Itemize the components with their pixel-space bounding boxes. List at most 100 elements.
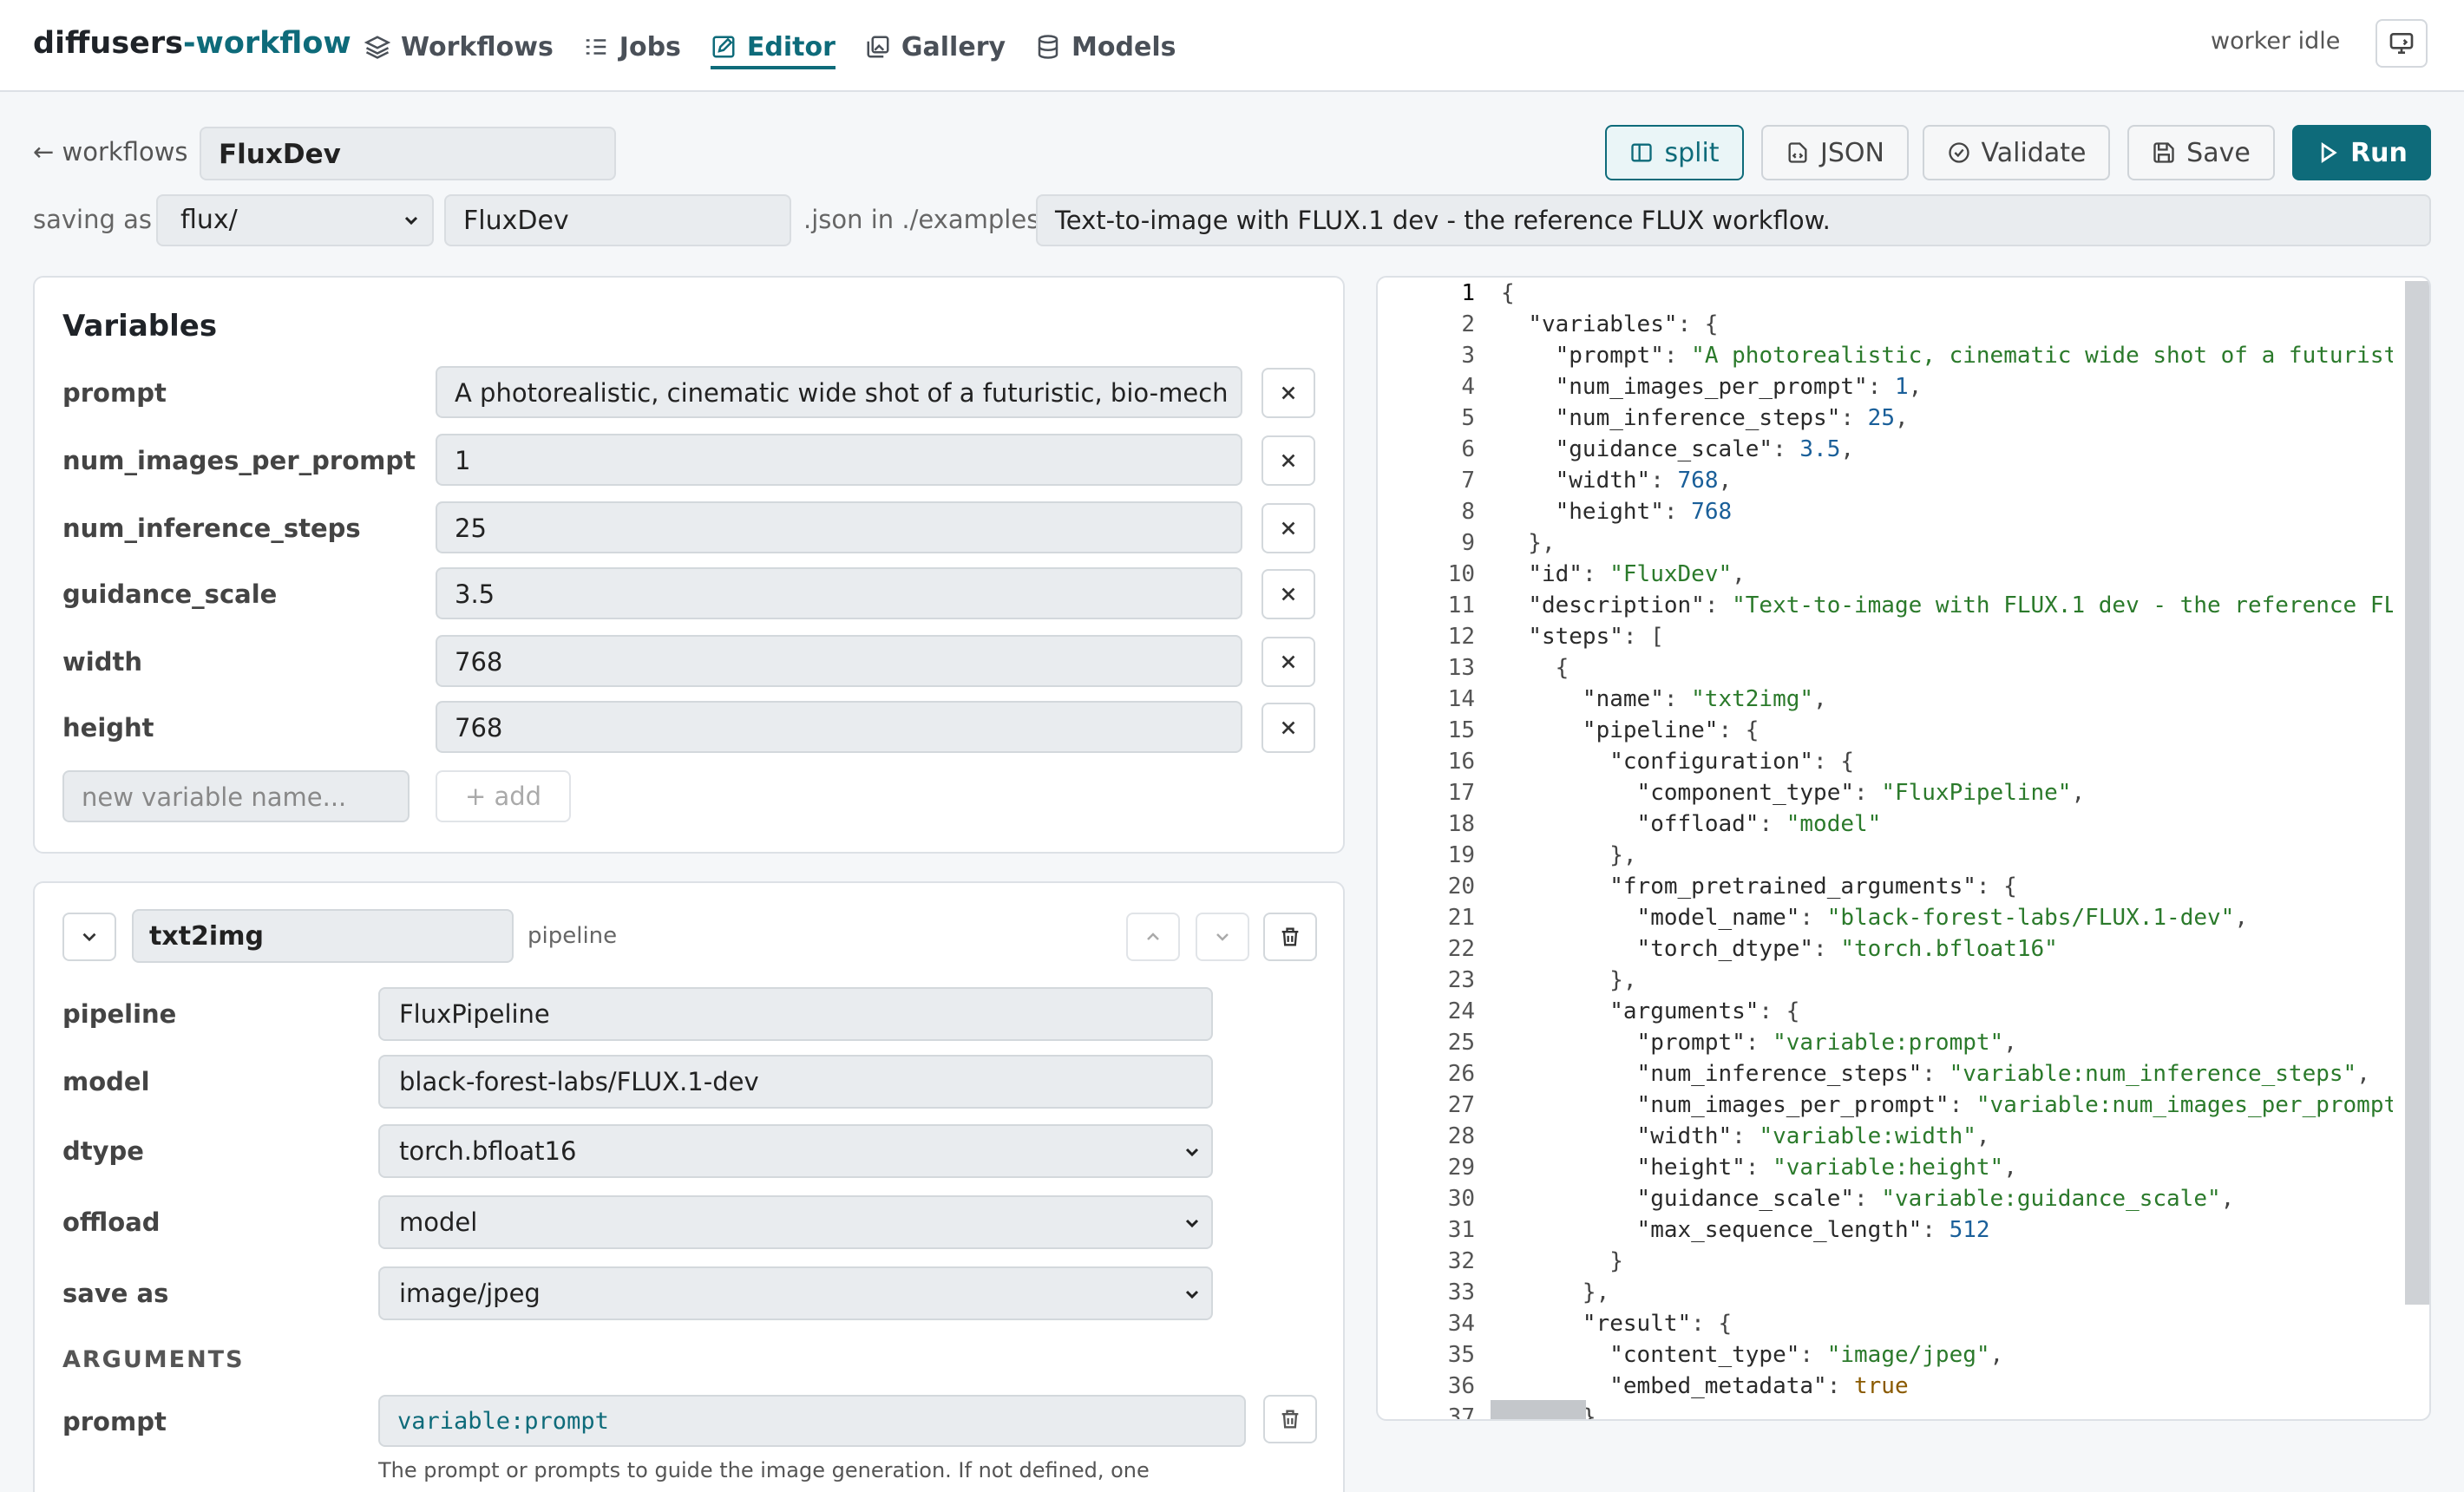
extension-label: .json in ./examples xyxy=(803,205,1040,234)
trash-icon xyxy=(1281,927,1299,946)
horizontal-scrollbar[interactable] xyxy=(1491,1400,1586,1419)
close-icon xyxy=(1281,454,1295,468)
code-line: "id": "FluxDev", xyxy=(1501,559,1745,590)
remove-variable-button[interactable] xyxy=(1261,637,1315,687)
code-token: "variables" xyxy=(1528,311,1678,337)
variable-value-input[interactable]: 25 xyxy=(436,501,1242,553)
code-token: : xyxy=(1745,1030,1773,1056)
variable-value-input[interactable]: A photorealistic, cinematic wide shot of… xyxy=(436,366,1242,418)
validate-button[interactable]: Validate xyxy=(1923,125,2110,180)
chevron-down-icon xyxy=(1216,933,1229,941)
nav-workflows[interactable]: Workflows xyxy=(364,24,554,69)
code-token: "model_name" xyxy=(1636,905,1800,931)
code-line: }, xyxy=(1501,840,1636,871)
code-line: "name": "txt2img", xyxy=(1501,684,1827,715)
step-name-input[interactable]: txt2img xyxy=(132,909,514,963)
split-label: split xyxy=(1664,137,1720,168)
description-input[interactable]: Text-to-image with FLUX.1 dev - the refe… xyxy=(1036,194,2431,246)
brand-logo[interactable]: diffusers-workflow xyxy=(33,26,351,61)
code-token: 1 xyxy=(1894,374,1909,400)
save-button[interactable]: Save xyxy=(2127,125,2275,180)
field-label: pipeline xyxy=(62,999,177,1029)
save-label: Save xyxy=(2186,137,2251,168)
main-nav: Workflows Jobs Editor Gallery Models xyxy=(364,24,1205,69)
line-number: 35 xyxy=(1447,1342,1475,1368)
code-token: "steps" xyxy=(1528,624,1623,650)
variable-value-input[interactable]: 3.5 xyxy=(436,567,1242,619)
code-token: : { xyxy=(1976,874,2017,900)
model-input[interactable]: black-forest-labs/FLUX.1-dev xyxy=(378,1055,1213,1109)
code-token: } xyxy=(1501,1248,1623,1274)
line-number: 20 xyxy=(1447,874,1475,900)
line-number: 27 xyxy=(1447,1092,1475,1118)
code-token: , xyxy=(2003,1030,2017,1056)
vertical-scrollbar[interactable] xyxy=(2405,281,2429,1305)
remove-variable-button[interactable] xyxy=(1261,703,1315,753)
play-icon xyxy=(2321,142,2337,163)
remove-variable-button[interactable] xyxy=(1261,435,1315,486)
check-circle-icon xyxy=(1948,142,1969,163)
nav-models[interactable]: Models xyxy=(1035,24,1176,69)
close-icon xyxy=(1281,587,1295,601)
pipeline-input[interactable]: FluxPipeline xyxy=(378,987,1213,1041)
delete-argument-button[interactable] xyxy=(1263,1395,1317,1443)
saving-as-label: saving as xyxy=(33,205,152,234)
run-button[interactable]: Run xyxy=(2292,125,2431,180)
code-token: "component_type" xyxy=(1636,780,1854,806)
argument-value-input[interactable]: variable:prompt xyxy=(378,1395,1246,1447)
new-variable-input[interactable]: new variable name... xyxy=(62,770,410,822)
code-token: "configuration" xyxy=(1609,749,1814,775)
workflow-name-input[interactable]: FluxDev xyxy=(200,127,616,180)
remove-variable-button[interactable] xyxy=(1261,368,1315,418)
code-token: "from_pretrained_arguments" xyxy=(1609,874,1976,900)
json-editor[interactable]: 1 2 3 4 5 6 7 8 9 10 11 12 13 14 15 16 17 18 19 20 21 22 23 24 2… xyxy=(1376,276,2431,1421)
code-token: { xyxy=(1501,280,1515,306)
line-number: 28 xyxy=(1447,1123,1475,1149)
save-as-select[interactable]: image/jpeg xyxy=(378,1266,1213,1320)
remove-variable-button[interactable] xyxy=(1261,503,1315,553)
variable-value-input[interactable]: 1 xyxy=(436,434,1242,486)
json-button[interactable]: JSON xyxy=(1761,125,1909,180)
offload-select[interactable]: model xyxy=(378,1195,1213,1249)
monitor-button[interactable] xyxy=(2376,19,2428,68)
variable-name: prompt xyxy=(62,378,167,408)
code-line: "offload": "model" xyxy=(1501,808,1882,840)
code-token: "torch_dtype" xyxy=(1636,936,1814,962)
dtype-select[interactable]: torch.bfloat16 xyxy=(378,1124,1213,1178)
code-line: "description": "Text-to-image with FLUX.… xyxy=(1501,590,2393,621)
code-token: : xyxy=(1867,374,1895,400)
field-label: model xyxy=(62,1067,150,1096)
code-token: : xyxy=(1813,936,1841,962)
variable-value-input[interactable]: 768 xyxy=(436,701,1242,753)
line-number-gutter: 1 2 3 4 5 6 7 8 9 10 11 12 13 14 15 16 17 18 19 20 21 22 23 24 2… xyxy=(1378,278,1491,1419)
move-up-button[interactable] xyxy=(1126,913,1180,961)
pipeline-field: pipeline FluxPipeline xyxy=(62,987,1319,1041)
delete-step-button[interactable] xyxy=(1263,913,1317,961)
add-variable-button[interactable]: + add xyxy=(436,770,571,822)
split-button[interactable]: split xyxy=(1605,125,1744,180)
nav-jobs[interactable]: Jobs xyxy=(583,24,681,69)
remove-variable-button[interactable] xyxy=(1261,569,1315,619)
filename-input[interactable]: FluxDev xyxy=(444,194,791,246)
variable-value-input[interactable]: 768 xyxy=(436,635,1242,687)
move-down-button[interactable] xyxy=(1196,913,1249,961)
code-line: "guidance_scale": 3.5, xyxy=(1501,434,1854,465)
collapse-step-button[interactable] xyxy=(62,913,116,961)
back-to-workflows-link[interactable]: ← workflows xyxy=(33,137,188,167)
code-token: "content_type" xyxy=(1609,1342,1800,1368)
line-number: 10 xyxy=(1447,561,1475,587)
nav-gallery[interactable]: Gallery xyxy=(865,24,1006,69)
code-token: : { xyxy=(1691,1311,1733,1337)
code-token: "height" xyxy=(1636,1155,1746,1181)
code-token: : xyxy=(1773,436,1800,462)
nav-editor[interactable]: Editor xyxy=(710,24,836,69)
code-body[interactable]: { "variables": { "prompt": "A photoreali… xyxy=(1491,278,2393,1419)
folder-select[interactable]: flux/ xyxy=(156,194,434,246)
